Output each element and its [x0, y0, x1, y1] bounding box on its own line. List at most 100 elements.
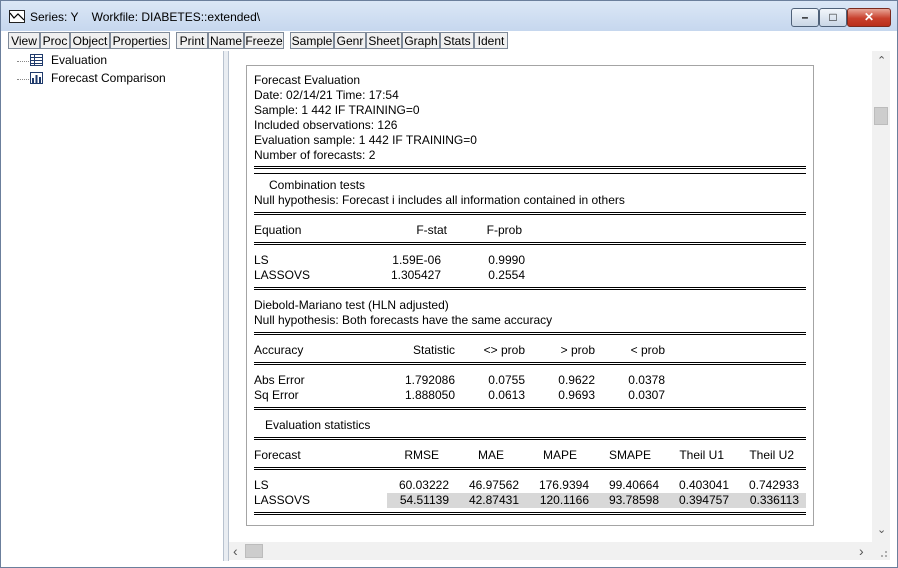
table-cell: 0.0613 — [488, 388, 525, 402]
divider — [254, 362, 806, 365]
sheet-button[interactable]: Sheet — [366, 32, 402, 49]
scroll-up-icon[interactable]: ⌃ — [877, 54, 886, 67]
properties-button[interactable]: Properties — [110, 32, 170, 49]
stats-button[interactable]: Stats — [440, 32, 474, 49]
tree-connector — [17, 79, 29, 80]
close-icon: ✕ — [863, 10, 875, 24]
close-button[interactable]: ✕ — [847, 8, 891, 27]
divider — [254, 512, 806, 515]
minimize-icon: – — [801, 10, 809, 24]
table-cell: Abs Error — [254, 373, 305, 387]
col-header: SMAPE — [608, 448, 651, 462]
vertical-scrollbar[interactable]: ⌃ ⌄ — [872, 51, 890, 542]
eviews-series-window: Series: Y Workfile: DIABETES::extended\ … — [0, 0, 898, 568]
output-viewport: Forecast Evaluation Date: 02/14/21 Time:… — [229, 51, 872, 542]
table-cell: 1.59E-06 — [392, 253, 441, 267]
table-cell: 120.1166 — [539, 493, 589, 507]
table-cell: 0.0378 — [628, 373, 665, 387]
proc-button[interactable]: Proc — [40, 32, 70, 49]
vertical-scroll-thumb[interactable] — [874, 107, 888, 125]
freeze-button[interactable]: Freeze — [244, 32, 284, 49]
divider — [254, 287, 806, 290]
col-header: < prob — [630, 343, 665, 357]
report-observations: Included observations: 126 — [254, 118, 398, 132]
ident-button[interactable]: Ident — [474, 32, 508, 49]
scroll-right-icon[interactable]: › — [859, 543, 864, 559]
report-eval-sample: Evaluation sample: 1 442 IF TRAINING=0 — [254, 133, 477, 147]
divider — [254, 407, 806, 410]
table-cell: Sq Error — [254, 388, 299, 402]
horizontal-scrollbar[interactable]: ‹ › — [229, 542, 872, 560]
table-icon — [30, 54, 43, 66]
minimize-button[interactable]: – — [791, 8, 819, 27]
col-header: Theil U2 — [749, 448, 794, 462]
col-header: Accuracy — [254, 343, 304, 357]
genr-button[interactable]: Genr — [334, 32, 366, 49]
table-cell: LS — [254, 253, 269, 267]
table-cell: 0.9622 — [558, 373, 595, 387]
table-cell: 0.403041 — [678, 478, 729, 492]
table-cell: 0.0307 — [628, 388, 665, 402]
table-cell: 0.336113 — [749, 493, 799, 507]
table-cell: LS — [254, 478, 269, 492]
divider — [254, 332, 806, 335]
report-num-forecasts: Number of forecasts: 2 — [254, 148, 376, 162]
table-cell: LASSOVS — [254, 268, 311, 282]
tree-connector — [17, 61, 29, 62]
combination-null: Null hypothesis: Forecast i includes all… — [254, 193, 625, 207]
table-cell: 1.888050 — [404, 388, 455, 402]
table-cell: 46.97562 — [468, 478, 519, 492]
table-cell: 42.87431 — [468, 493, 519, 507]
object-button[interactable]: Object — [70, 32, 110, 49]
name-button[interactable]: Name — [208, 32, 244, 49]
col-header: Theil U1 — [679, 448, 724, 462]
print-button[interactable]: Print — [176, 32, 208, 49]
col-header: MAE — [477, 448, 504, 462]
col-header: > prob — [560, 343, 595, 357]
table-cell: 54.51139 — [399, 493, 449, 507]
divider — [254, 212, 806, 215]
table-cell: 1.792086 — [404, 373, 455, 387]
table-cell: 0.9990 — [488, 253, 525, 267]
divider — [254, 166, 806, 169]
table-cell: 99.40664 — [608, 478, 659, 492]
divider — [254, 467, 806, 470]
table-cell: 0.0755 — [488, 373, 525, 387]
scroll-down-icon[interactable]: ⌄ — [877, 523, 886, 536]
col-header: Equation — [254, 223, 302, 237]
dm-title: Diebold-Mariano test (HLN adjusted) — [254, 298, 449, 312]
report-title: Forecast Evaluation — [254, 73, 361, 87]
table-cell: 176.9394 — [538, 478, 589, 492]
divider — [254, 437, 806, 440]
col-header: F-prob — [486, 223, 522, 237]
table-cell: 1.305427 — [390, 268, 441, 282]
maximize-button[interactable]: □ — [819, 8, 847, 27]
graph-button[interactable]: Graph — [402, 32, 440, 49]
col-header: <> prob — [483, 343, 525, 357]
view-button[interactable]: View — [8, 32, 40, 49]
title-bar[interactable]: Series: Y Workfile: DIABETES::extended\ … — [1, 1, 897, 31]
divider — [254, 242, 806, 245]
output-tree: Evaluation Forecast Comparison — [3, 51, 223, 561]
horizontal-scroll-thumb[interactable] — [245, 544, 263, 558]
table-cell: 60.03222 — [398, 478, 449, 492]
series-icon — [9, 10, 25, 23]
table-cell: 0.742933 — [748, 478, 799, 492]
forecast-evaluation-table: Forecast Evaluation Date: 02/14/21 Time:… — [246, 65, 814, 526]
tree-item-label: Forecast Comparison — [51, 71, 166, 85]
maximize-icon: □ — [829, 10, 837, 24]
table-cell: 0.2554 — [488, 268, 525, 282]
sample-button[interactable]: Sample — [290, 32, 334, 49]
scroll-left-icon[interactable]: ‹ — [233, 543, 238, 559]
report-date: Date: 02/14/21 Time: 17:54 — [254, 88, 399, 102]
table-cell: 0.394757 — [678, 493, 729, 507]
divider — [254, 173, 806, 174]
table-cell: 93.78598 — [608, 493, 659, 507]
chart-icon — [30, 72, 43, 84]
col-header: F-stat — [416, 223, 447, 237]
report-sample: Sample: 1 442 IF TRAINING=0 — [254, 103, 420, 117]
dm-null: Null hypothesis: Both forecasts have the… — [254, 313, 553, 327]
combination-title: Combination tests — [269, 178, 366, 192]
table-cell: LASSOVS — [254, 493, 311, 507]
resize-grip[interactable] — [872, 542, 890, 560]
